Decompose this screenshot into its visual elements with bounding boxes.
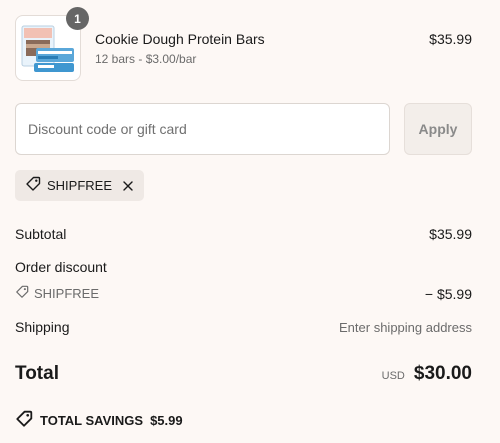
- product-package-icon: [21, 25, 74, 72]
- total-label: Total: [15, 363, 59, 384]
- shipping-label: Shipping: [15, 319, 70, 335]
- discount-code-input[interactable]: [15, 103, 390, 155]
- subtotal-value: $35.99: [429, 226, 472, 242]
- quantity-badge: 1: [66, 7, 89, 30]
- applied-discount-chip: SHIPFREE: [15, 170, 145, 201]
- order-discount-label: Order discount: [15, 259, 107, 275]
- remove-discount-icon[interactable]: [122, 180, 134, 192]
- product-price: $35.99: [429, 31, 472, 47]
- order-discount-code-line: SHIPFREE: [15, 285, 99, 302]
- order-discount-row: Order discount: [15, 259, 472, 275]
- tag-icon: [15, 285, 29, 302]
- apply-discount-button[interactable]: Apply: [404, 103, 472, 155]
- savings-label: TOTAL SAVINGS: [40, 413, 144, 428]
- tag-icon: [25, 176, 41, 195]
- total-amount: USD $30.00: [382, 363, 472, 385]
- currency-code: USD: [381, 370, 405, 382]
- order-discount-detail-row: SHIPFREE − $5.99: [15, 285, 472, 302]
- product-name: Cookie Dough Protein Bars: [95, 31, 265, 47]
- total-savings: TOTAL SAVINGS $5.99: [15, 410, 183, 431]
- product-variant: 12 bars - $3.00/bar: [95, 52, 197, 66]
- savings-value: $5.99: [150, 413, 183, 428]
- subtotal-row: Subtotal $35.99: [15, 226, 472, 242]
- shipping-row: Shipping Enter shipping address: [15, 319, 472, 335]
- savings-tag-icon: [15, 410, 33, 431]
- order-discount-value: − $5.99: [424, 285, 472, 302]
- total-row: Total USD $30.00: [15, 363, 472, 385]
- subtotal-label: Subtotal: [15, 226, 67, 242]
- total-value: $30.00: [413, 363, 472, 384]
- shipping-value: Enter shipping address: [339, 319, 472, 335]
- order-discount-code: SHIPFREE: [34, 286, 100, 301]
- applied-discount-code: SHIPFREE: [47, 178, 113, 193]
